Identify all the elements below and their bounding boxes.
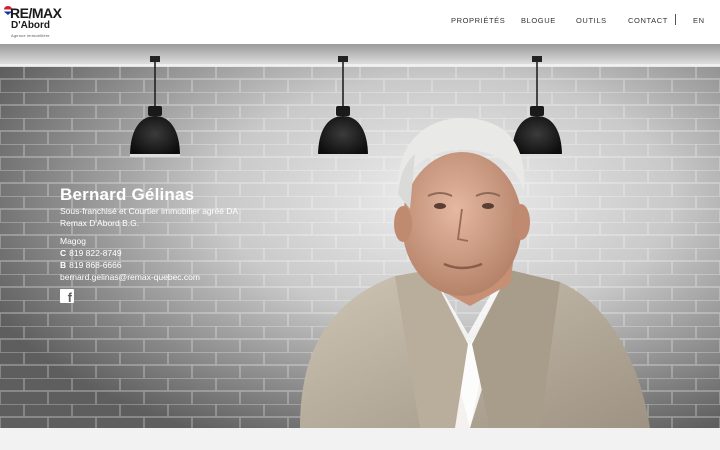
cell-number[interactable]: 819 822-8749 <box>69 248 121 258</box>
logo-tagline: Agence immobilière <box>11 33 50 38</box>
agent-name: Bernard Gélinas <box>60 185 195 204</box>
page-footer-strip <box>0 428 720 450</box>
office-label: B <box>60 260 67 270</box>
agent-agency: Remax D'Abord B.G. <box>60 218 140 228</box>
logo-wordmark: RE/MAX <box>10 5 62 21</box>
facebook-icon[interactable]: f <box>60 289 74 304</box>
agent-title: Sous-franchisé et Courtier immobilier ag… <box>60 206 239 216</box>
language-toggle[interactable]: EN <box>693 16 705 25</box>
nav-divider <box>675 14 676 25</box>
agent-city: Magog <box>60 236 86 246</box>
agent-hero: Bernard Gélinas Sous-franchisé et Courti… <box>0 44 720 428</box>
nav-item-outils[interactable]: OUTILS <box>576 16 607 25</box>
office-number[interactable]: 819 868-6666 <box>69 260 121 270</box>
cell-label: C <box>60 248 67 258</box>
nav-item-blogue[interactable]: BLOGUE <box>521 16 556 25</box>
agent-email[interactable]: bernard.gelinas@remax-quebec.com <box>60 271 238 283</box>
site-header: RE/MAX D'Abord Agence immobilière PROPRI… <box>0 0 720 44</box>
agent-cell-phone[interactable]: C 819 822-8749 <box>60 247 238 259</box>
nav-item-contact[interactable]: CONTACT <box>628 16 668 25</box>
nav-item-proprietes[interactable]: PROPRIÉTÉS <box>451 16 505 25</box>
logo-office-name: D'Abord <box>11 20 51 31</box>
agent-office-phone[interactable]: B 819 868-6666 <box>60 259 238 271</box>
agent-contact-card: Bernard Gélinas Sous-franchisé et Courti… <box>60 185 239 304</box>
remax-logo[interactable]: RE/MAX D'Abord Agence immobilière <box>4 4 68 40</box>
